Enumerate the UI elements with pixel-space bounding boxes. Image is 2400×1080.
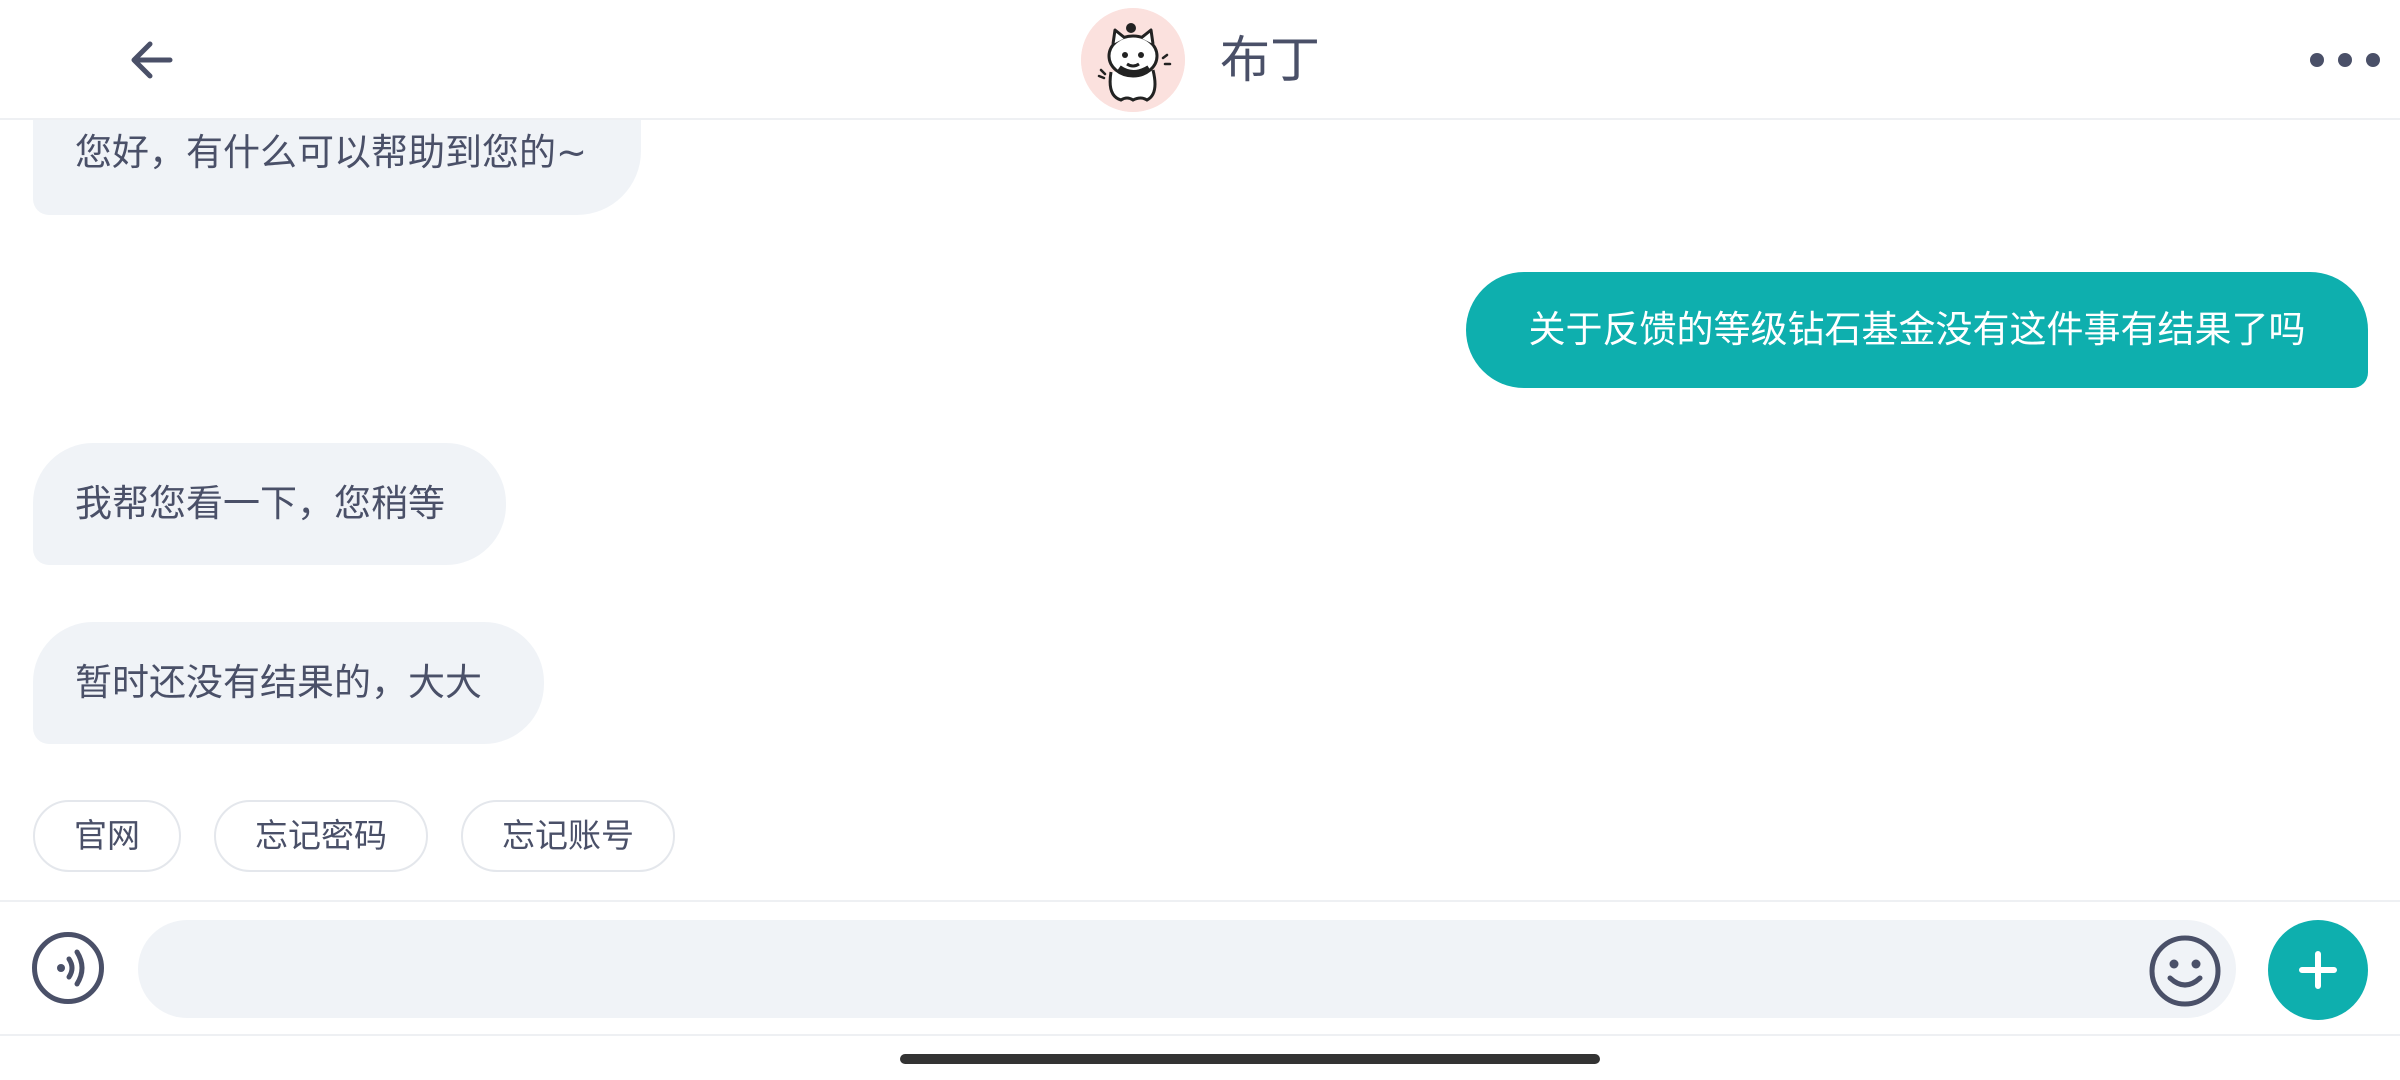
message-text: 我帮您看一下，您稍等 xyxy=(75,482,445,525)
arrow-left-icon xyxy=(131,41,173,79)
quick-reply-forgot-account[interactable]: 忘记账号 xyxy=(461,800,675,872)
quick-reply-forgot-password[interactable]: 忘记密码 xyxy=(214,800,428,872)
more-options-button[interactable] xyxy=(2310,35,2380,85)
avatar[interactable] xyxy=(1081,8,1185,112)
chat-screen: 布丁 您好，有什么可以帮助到您的~ 关于反馈的等级钻石基金没有这件事有结果了吗 … xyxy=(0,0,2400,1080)
chat-title: 布丁 xyxy=(1220,31,1320,89)
home-indicator[interactable] xyxy=(900,1054,1600,1064)
incoming-message[interactable]: 暂时还没有结果的，大大 xyxy=(33,622,544,744)
cartoon-cat-avatar-icon xyxy=(1081,8,1185,112)
add-attachment-button[interactable] xyxy=(2268,920,2368,1020)
more-dots-icon xyxy=(2338,53,2352,67)
more-dots-icon xyxy=(2310,53,2324,67)
message-text: 您好，有什么可以帮助到您的~ xyxy=(75,130,588,174)
message-input[interactable] xyxy=(138,920,2236,1018)
emoji-button[interactable] xyxy=(2148,934,2222,1008)
more-dots-icon xyxy=(2366,53,2380,67)
voice-button[interactable] xyxy=(32,932,104,1004)
back-button[interactable] xyxy=(122,30,182,90)
plus-icon xyxy=(2299,951,2337,989)
incoming-message[interactable]: 我帮您看一下，您稍等 xyxy=(33,443,506,565)
message-text: 关于反馈的等级钻石基金没有这件事有结果了吗 xyxy=(1528,308,2306,351)
voice-icon xyxy=(57,949,85,987)
message-text: 暂时还没有结果的，大大 xyxy=(75,661,482,704)
emoji-icon xyxy=(2149,935,2221,1007)
message-input-bar xyxy=(0,900,2400,1036)
chat-header: 布丁 xyxy=(0,0,2400,120)
quick-reply-official-site[interactable]: 官网 xyxy=(33,800,181,872)
outgoing-message[interactable]: 关于反馈的等级钻石基金没有这件事有结果了吗 xyxy=(1466,272,2368,388)
